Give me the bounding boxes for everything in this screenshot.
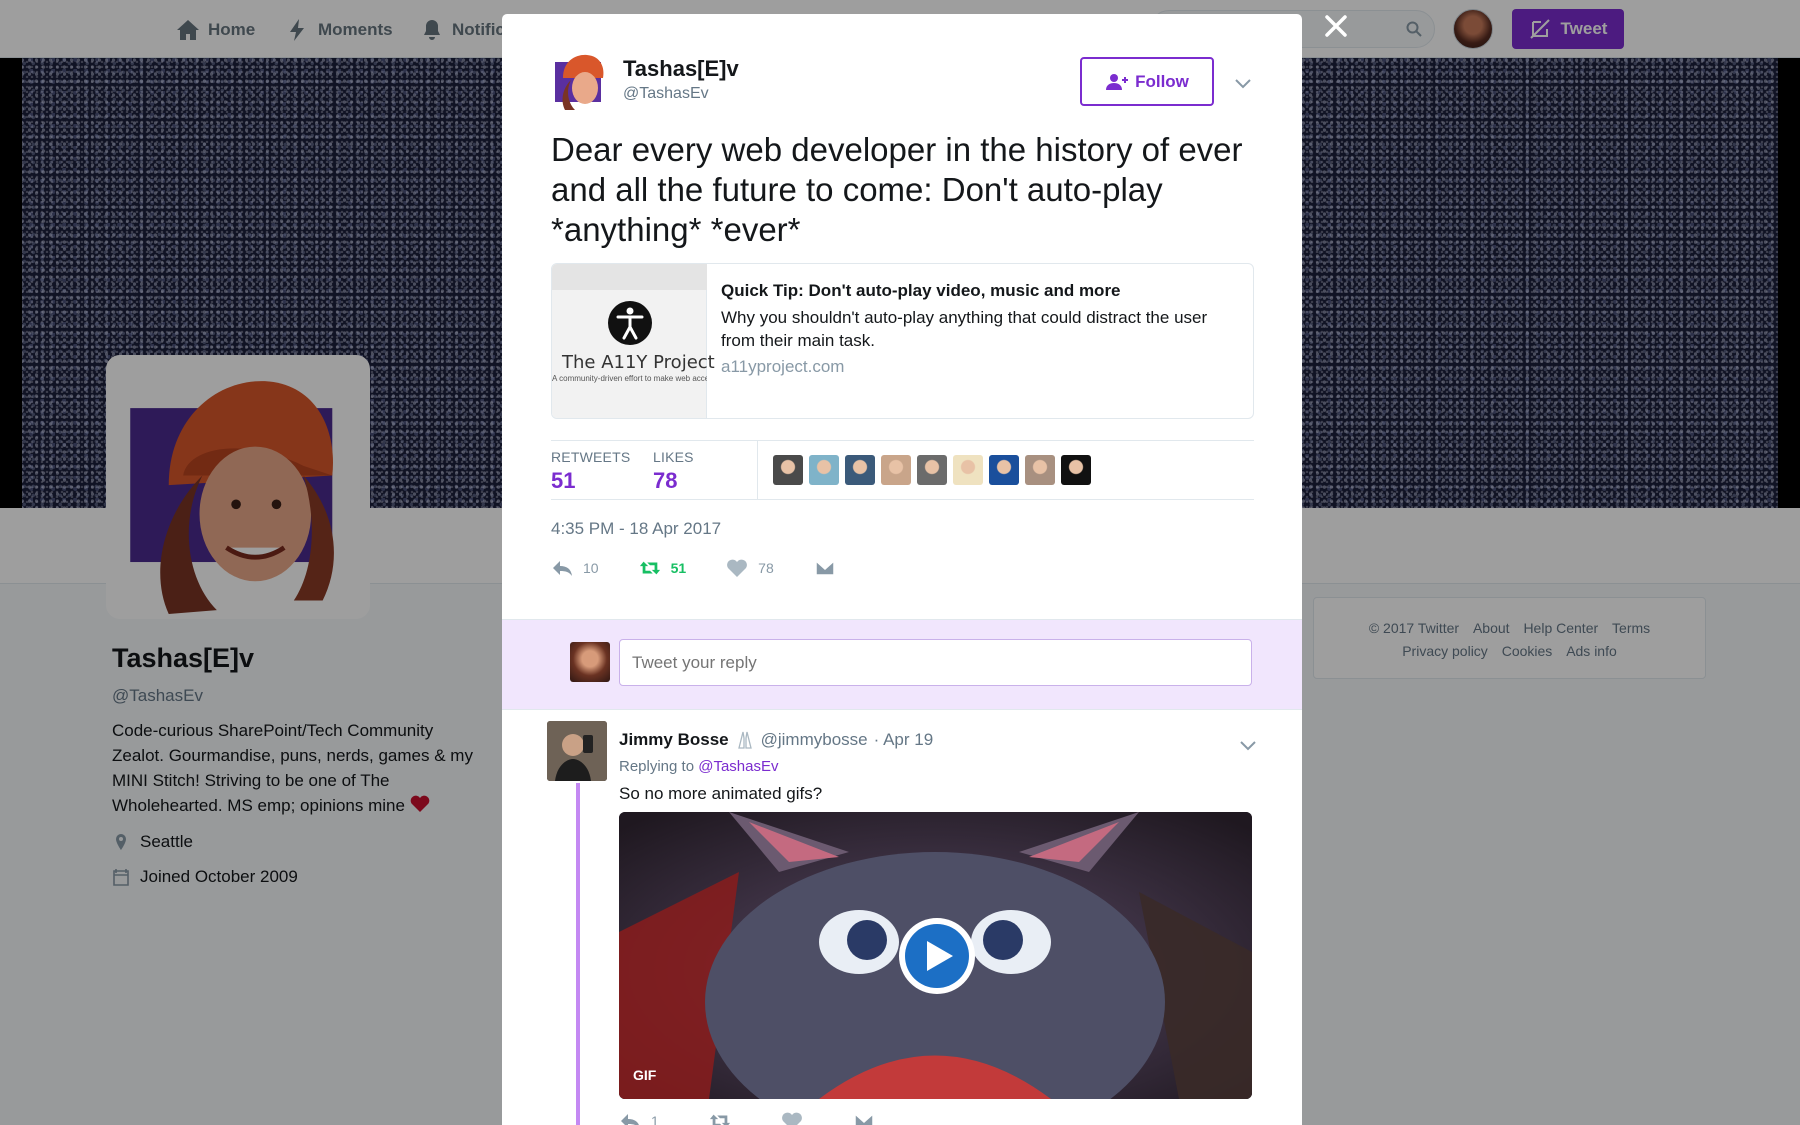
tweet-modal: Tashas[E]v @TashasEv Follow Dear every w… [502,14,1302,1125]
reply-reply-action[interactable]: 1 [619,1111,659,1125]
card-description: Why you shouldn't auto-play anything tha… [721,308,1208,350]
liker-avatar[interactable] [881,455,911,485]
liker-avatar[interactable] [845,455,875,485]
tweet-stats: RETWEETS 51 LIKES 78 [551,440,1254,500]
reply-retweet-action[interactable] [709,1111,731,1125]
liker-avatar[interactable] [1061,455,1091,485]
reply-composer-avatar [570,642,610,682]
liker-avatar[interactable] [917,455,947,485]
reply-icon [553,561,572,576]
like-action[interactable]: 78 [726,558,774,578]
reply-author-handle[interactable]: @jimmybosse [761,730,868,750]
tweet-author-handle[interactable]: @TashasEv [623,85,709,103]
retweet-icon [639,561,660,575]
card-image-title: The A11Y Project [562,352,715,373]
retweet-count: 51 [670,560,687,576]
heart-icon [727,559,748,577]
replying-to-mention[interactable]: @TashasEv [698,758,778,775]
close-icon [1325,15,1347,37]
retweets-stat[interactable]: RETWEETS 51 [551,449,630,494]
envelope-icon [854,1113,874,1125]
envelope-icon [814,560,835,576]
reply-action[interactable]: 10 [551,558,599,578]
likes-label: LIKES [653,449,694,465]
reply-author-name[interactable]: Jimmy Bosse [619,730,729,750]
tweet-actions: 10 51 78 [551,558,876,578]
follow-button[interactable]: Follow [1080,57,1214,106]
liker-avatar[interactable] [773,455,803,485]
liker-avatar[interactable] [809,455,839,485]
reply-header: Jimmy Bosse @jimmybosse · Apr 19 [619,730,933,750]
gif-media[interactable]: GIF [619,812,1252,1099]
likes-value: 78 [653,468,678,493]
tweet-timestamp[interactable]: 4:35 PM - 18 Apr 2017 [551,519,721,539]
reply-reply-count: 1 [651,1113,659,1125]
reply-author-avatar[interactable] [547,721,607,781]
link-preview-card[interactable]: The A11Y Project A community-driven effo… [551,263,1254,419]
heart-icon [781,1112,802,1125]
retweets-value: 51 [551,468,576,493]
play-button-circle [905,924,969,988]
stats-divider [757,441,758,499]
reply-input[interactable] [619,639,1252,686]
thread-line [576,783,580,1125]
likers-avatars [773,455,1091,485]
reply-count: 10 [583,560,599,576]
card-image-subtitle: A community-driven effort to make web ac… [552,374,707,383]
liker-avatar[interactable] [1025,455,1055,485]
direct-message-action[interactable] [814,558,836,578]
card-title: Quick Tip: Don't auto-play video, music … [721,281,1121,300]
likes-stat[interactable]: LIKES 78 [653,449,694,494]
play-button[interactable] [899,918,975,994]
liker-avatar[interactable] [989,455,1019,485]
tweet-text: Dear every web developer in the history … [551,131,1243,248]
reply-like-action[interactable] [781,1111,803,1125]
gif-badge: GIF [633,1067,657,1083]
replying-to-prefix: Replying to [619,758,695,775]
retweet-action[interactable]: 51 [639,558,687,578]
card-image-strip [552,264,707,290]
reply-date[interactable]: · Apr 19 [874,730,934,750]
retweet-icon [709,1114,730,1125]
reply-icon [621,1114,639,1125]
reply-actions: 1 [619,1111,925,1125]
replying-to: Replying to @TashasEv [619,758,778,775]
tweet-author-name[interactable]: Tashas[E]v [623,56,739,82]
chevron-down-icon [1240,741,1256,751]
reply-text: So no more animated gifs? [619,784,823,803]
tweet-more-menu[interactable] [1234,77,1252,89]
add-user-icon [1106,73,1129,90]
card-image: The A11Y Project A community-driven effo… [552,264,715,418]
follow-button-label: Follow [1135,71,1189,91]
praying-hands-icon [737,731,752,749]
liker-avatar[interactable] [953,455,983,485]
close-modal-button[interactable] [1322,12,1350,40]
like-count: 78 [758,560,774,576]
retweets-label: RETWEETS [551,449,631,465]
reply-tweet: Jimmy Bosse @jimmybosse · Apr 19 Replyin… [502,711,1302,1125]
reply-dm-action[interactable] [853,1111,875,1125]
tweet-author-avatar[interactable] [555,52,607,110]
reply-composer [502,619,1302,710]
reply-more-menu[interactable] [1239,739,1257,751]
accessibility-icon [608,301,652,345]
reply-author-avatar-image [547,721,607,781]
play-icon [927,941,953,971]
tweet-author-avatar-image [555,54,604,110]
card-url: a11yproject.com [721,357,845,376]
chevron-down-icon [1235,79,1251,89]
